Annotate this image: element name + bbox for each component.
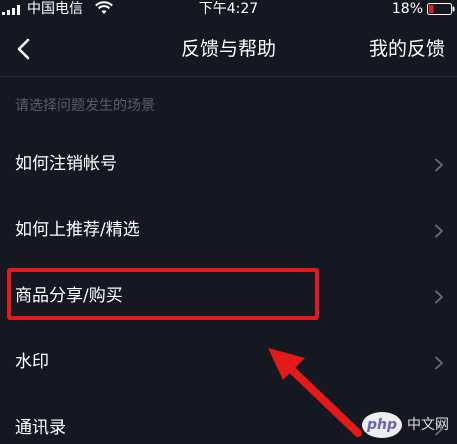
watermark: php 中文网	[362, 410, 449, 440]
chevron-right-icon	[435, 290, 443, 304]
list-item-label: 通讯录	[15, 418, 66, 438]
php-logo-text: php	[366, 417, 397, 433]
list-item-watermark[interactable]: 水印	[0, 330, 457, 396]
list-item-get-recommended[interactable]: 如何上推荐/精选	[0, 198, 457, 264]
battery-percentage: 18%	[391, 1, 423, 17]
list-item-label: 如何注销帐号	[15, 154, 117, 174]
php-logo: php	[362, 412, 402, 438]
nav-divider	[0, 76, 457, 77]
battery-icon	[427, 3, 455, 15]
list-item-label: 如何上推荐/精选	[15, 220, 140, 240]
chevron-right-icon	[435, 356, 443, 370]
chevron-right-icon	[435, 158, 443, 172]
feedback-help-screen: 中国电信 下午4:27 18% 反馈与帮助 我的反馈 请选择问题发生的场景 如何…	[0, 0, 457, 444]
list-item-label: 水印	[15, 352, 49, 372]
status-bar: 中国电信 下午4:27 18%	[0, 0, 457, 20]
status-time: 下午4:27	[198, 1, 259, 17]
my-feedback-button[interactable]: 我的反馈	[369, 36, 445, 62]
list-item-cancel-account[interactable]: 如何注销帐号	[0, 132, 457, 198]
highlight-box	[7, 268, 319, 320]
watermark-text: 中文网	[407, 417, 449, 433]
chevron-right-icon	[435, 224, 443, 238]
section-header: 请选择问题发生的场景	[15, 98, 155, 114]
navigation-bar: 反馈与帮助 我的反馈	[0, 22, 457, 76]
